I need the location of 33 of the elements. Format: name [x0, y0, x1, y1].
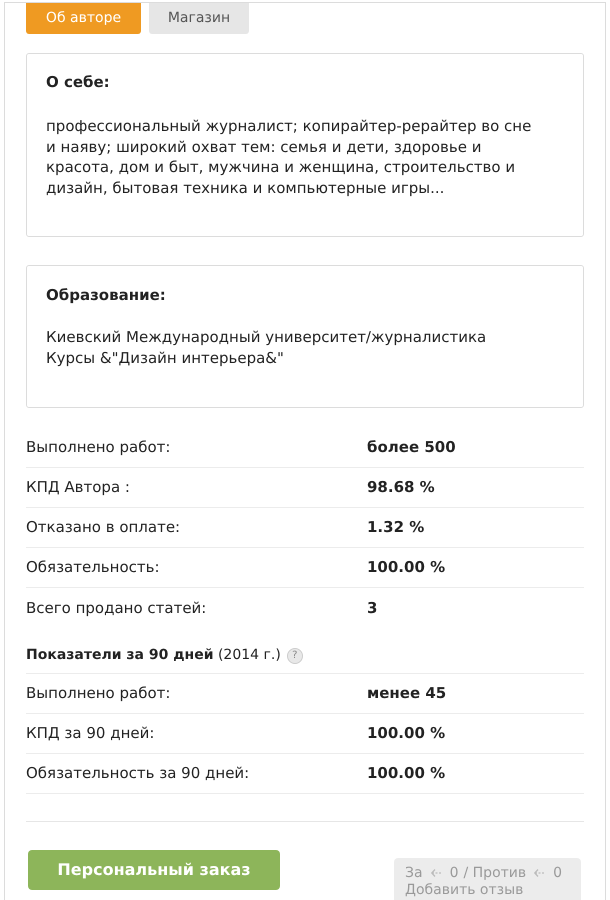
left-arrow-icon: [534, 869, 546, 877]
vote-for-label: За: [405, 864, 423, 882]
stat-value: 100.00 %: [367, 763, 446, 784]
help-icon[interactable]: ?: [286, 648, 303, 664]
education-line: Курсы &"Дизайн интерьера&": [46, 348, 285, 368]
stat-label: Отказано в оплате:: [26, 517, 182, 538]
about-title: О себе:: [46, 72, 111, 93]
education-title: Образование:: [46, 285, 167, 306]
stat-label: Выполнено работ:: [26, 437, 172, 458]
add-review-link[interactable]: Добавить отзыв: [405, 882, 570, 898]
vote-for-count: 0: [450, 864, 458, 882]
stat-label: КПД Автора :: [26, 477, 131, 498]
order-button[interactable]: Персональный заказ: [28, 850, 280, 890]
stat-value: менее 45: [367, 683, 446, 704]
tab[interactable]: Магазин: [149, 3, 249, 34]
stat-value: 98.68 %: [367, 477, 435, 498]
stat-value: более 500: [367, 437, 456, 458]
education-line: Киевский Международный университет/журналистика: [46, 327, 488, 348]
section-title: Показатели за 90 дней (2014 г.): [26, 646, 281, 665]
stat-label: Обязательность:: [26, 557, 161, 578]
stat-label: КПД за 90 дней:: [26, 723, 156, 744]
stat-value: 1.32 %: [367, 517, 424, 538]
stat-value: 3: [367, 598, 378, 619]
stat-label: Обязательность за 90 дней:: [26, 763, 250, 784]
vote-against-label: / Против: [463, 864, 526, 882]
about-text: профессиональный журналист; копирайтер-рерайтер во сне и наяву; широкий охват тем: семья и дети, здоровье и красота, дом и быт, мужчина и женщина, строительство и дизайн, бытовая техника и компьютерные игры...: [46, 116, 532, 198]
stat-label: Выполнено работ:: [26, 683, 172, 704]
vote-against-count: 0: [553, 864, 562, 882]
stat-label: Всего продано статей:: [26, 598, 208, 619]
left-arrow-icon: [430, 869, 442, 877]
stat-value: 100.00 %: [367, 723, 446, 744]
tab[interactable]: Об авторе: [26, 3, 141, 34]
stat-value: 100.00 %: [367, 557, 446, 578]
